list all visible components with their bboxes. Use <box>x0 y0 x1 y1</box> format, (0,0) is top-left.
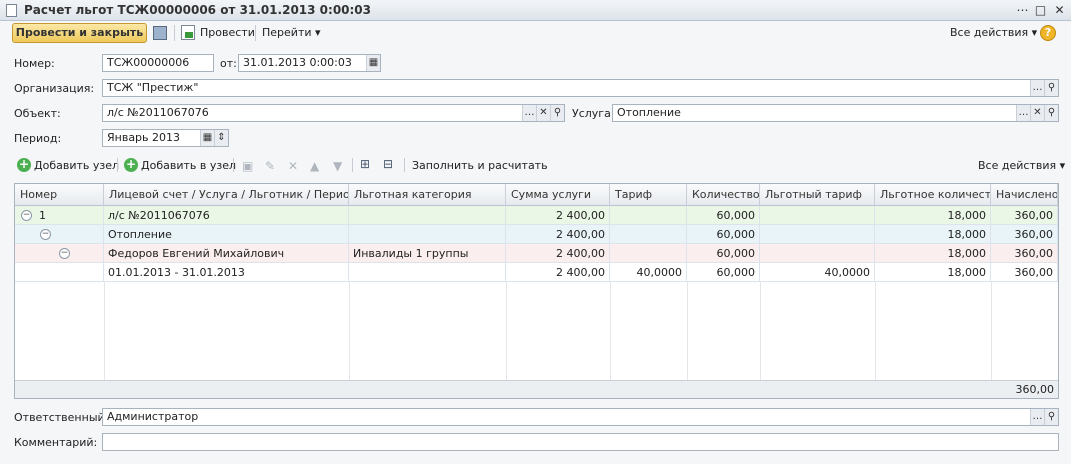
table-footer: 360,00 <box>15 380 1058 398</box>
service-label: Услуга: <box>572 107 615 120</box>
toolbar-separator <box>174 25 175 41</box>
search-icon[interactable]: ⚲ <box>1044 80 1058 96</box>
total-charged: 360,00 <box>1015 383 1055 396</box>
search-icon[interactable]: ⚲ <box>1044 409 1058 425</box>
copy-icon[interactable]: ▣ <box>242 159 253 173</box>
post-and-close-button[interactable]: Провести и закрыть <box>12 23 147 43</box>
collapse-icon[interactable]: − <box>21 210 32 221</box>
more-icon[interactable]: ⋯ <box>1014 2 1031 18</box>
post-button[interactable]: Провести <box>200 26 255 39</box>
column-header[interactable]: Количество <box>687 184 760 206</box>
period-label: Период: <box>14 132 62 145</box>
maximize-icon[interactable]: □ <box>1032 2 1049 18</box>
document-icon <box>6 4 17 17</box>
table-all-actions-menu[interactable]: Все действия ▾ <box>978 159 1065 172</box>
post-icon[interactable] <box>181 25 195 40</box>
clear-icon[interactable]: ✕ <box>536 105 550 121</box>
table-row[interactable]: − 1 л/с №2011067076 2 400,00 60,000 18,0… <box>15 206 1058 225</box>
select-ellipsis-icon[interactable]: … <box>1030 409 1044 425</box>
help-icon[interactable]: ? <box>1040 25 1056 41</box>
close-icon[interactable]: ✕ <box>1051 2 1068 18</box>
delete-icon[interactable]: ✕ <box>288 159 298 173</box>
calendar-icon[interactable]: ▦ <box>366 55 380 71</box>
move-up-icon[interactable]: ▲ <box>310 159 319 173</box>
column-header[interactable]: Лицевой счет / Услуга / Льготник / Перио… <box>104 184 349 206</box>
number-label: Номер: <box>14 57 55 70</box>
edit-icon[interactable]: ✎ <box>265 159 275 173</box>
toolbar-separator <box>233 158 234 172</box>
add-into-node-button[interactable]: Добавить в узел <box>141 159 236 172</box>
search-icon[interactable]: ⚲ <box>550 105 564 121</box>
add-icon[interactable]: + <box>17 158 31 172</box>
column-divider <box>875 282 876 380</box>
all-actions-menu[interactable]: Все действия ▾ <box>950 26 1037 39</box>
add-icon[interactable]: + <box>124 158 138 172</box>
column-header[interactable]: Сумма услуги <box>506 184 610 206</box>
comment-label: Комментарий: <box>14 436 98 449</box>
column-divider <box>104 282 105 380</box>
column-divider <box>991 282 992 380</box>
comment-field[interactable] <box>102 433 1059 451</box>
organization-field[interactable]: ТСЖ "Престиж" … ⚲ <box>102 79 1059 97</box>
window-title: Расчет льгот ТСЖ00000006 от 31.01.2013 0… <box>24 3 372 17</box>
object-label: Объект: <box>14 107 61 120</box>
column-header[interactable]: Тариф <box>610 184 687 206</box>
collapse-icon[interactable]: − <box>40 229 51 240</box>
period-field[interactable]: Январь 2013 ▦ ⇕ <box>102 129 229 147</box>
column-divider <box>610 282 611 380</box>
date-label: от: <box>220 57 237 70</box>
table-row[interactable]: 01.01.2013 - 31.01.2013 2 400,00 40,0000… <box>15 263 1058 282</box>
search-icon[interactable]: ⚲ <box>1044 105 1058 121</box>
fill-and-calculate-button[interactable]: Заполнить и расчитать <box>412 159 548 172</box>
select-ellipsis-icon[interactable]: … <box>522 105 536 121</box>
clear-icon[interactable]: ✕ <box>1030 105 1044 121</box>
list-icon[interactable]: ⊟ <box>383 157 393 171</box>
column-header[interactable]: Начислено <box>991 184 1058 206</box>
toolbar-separator <box>117 158 118 172</box>
responsible-field[interactable]: Администратор … ⚲ <box>102 408 1059 426</box>
date-field[interactable]: 31.01.2013 0:00:03 ▦ <box>238 54 381 72</box>
column-divider <box>687 282 688 380</box>
toolbar-separator <box>404 158 405 172</box>
select-ellipsis-icon[interactable]: … <box>1016 105 1030 121</box>
goto-menu[interactable]: Перейти ▾ <box>262 26 321 39</box>
column-divider <box>349 282 350 380</box>
table-row[interactable]: − Федоров Евгений Михайлович Инвалиды 1 … <box>15 244 1058 263</box>
column-header[interactable]: Льготная категория <box>349 184 506 206</box>
column-divider <box>760 282 761 380</box>
hierarchy-icon[interactable]: ⊞ <box>360 157 370 171</box>
chevron-down-icon: ▾ <box>1059 159 1066 172</box>
add-node-button[interactable]: Добавить узел <box>34 159 119 172</box>
toolbar-separator <box>255 25 256 41</box>
object-field[interactable]: л/с №2011067076 … ✕ ⚲ <box>102 104 565 122</box>
column-header[interactable]: Номер <box>15 184 104 206</box>
select-ellipsis-icon[interactable]: … <box>1030 80 1044 96</box>
spinner-icon[interactable]: ⇕ <box>214 130 228 146</box>
collapse-icon[interactable]: − <box>59 248 70 259</box>
toolbar-separator <box>352 158 353 172</box>
responsible-label: Ответственный: <box>14 411 109 424</box>
benefits-table[interactable]: Номер Лицевой счет / Услуга / Льготник /… <box>14 183 1059 399</box>
move-down-icon[interactable]: ▼ <box>333 159 342 173</box>
chevron-down-icon: ▾ <box>315 26 321 39</box>
table-row[interactable]: − Отопление 2 400,00 60,000 18,000 360,0… <box>15 225 1058 244</box>
column-header[interactable]: Льготный тариф <box>760 184 875 206</box>
column-divider <box>506 282 507 380</box>
save-icon[interactable] <box>153 26 167 40</box>
calendar-icon[interactable]: ▦ <box>200 130 214 146</box>
organization-label: Организация: <box>14 82 95 95</box>
service-field[interactable]: Отопление … ✕ ⚲ <box>612 104 1059 122</box>
title-bar: Расчет льгот ТСЖ00000006 от 31.01.2013 0… <box>0 0 1071 21</box>
column-header[interactable]: Льготное количест... <box>875 184 991 206</box>
number-field[interactable]: ТСЖ00000006 <box>102 54 214 72</box>
chevron-down-icon: ▾ <box>1031 26 1038 39</box>
